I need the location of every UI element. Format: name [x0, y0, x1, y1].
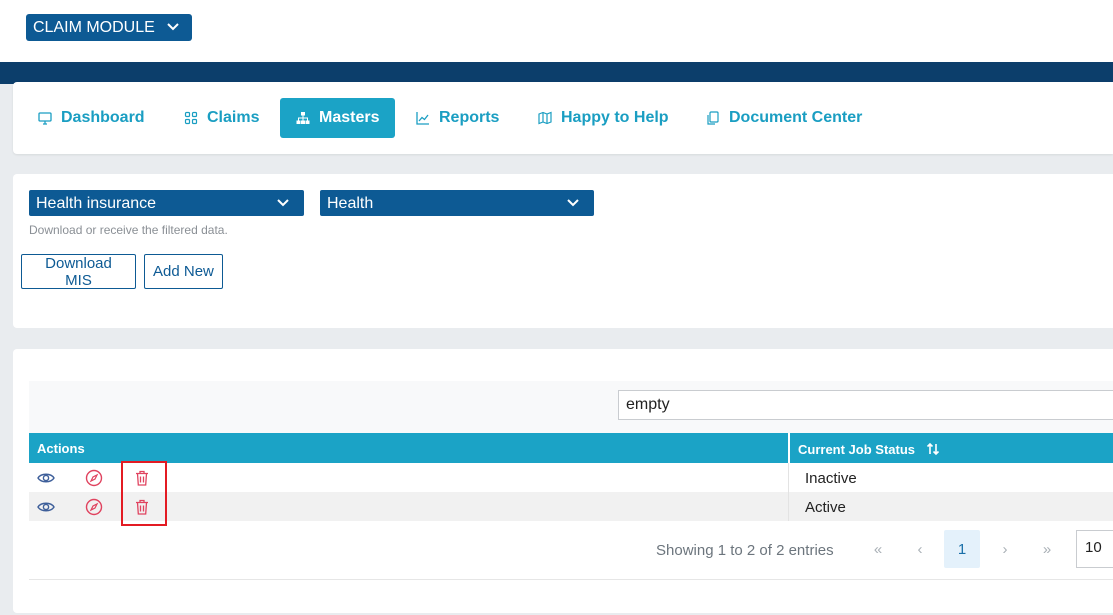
table-row: Active — [29, 492, 1113, 521]
table-row: Inactive — [29, 463, 1113, 492]
chevron-down-icon — [167, 23, 179, 31]
nav-item-document-center[interactable]: Document Center — [706, 98, 862, 138]
insurance-type-value: Health insurance — [36, 195, 157, 212]
nav-label-happy-to-help: Happy to Help — [561, 109, 669, 126]
add-new-button[interactable]: Add New — [144, 254, 223, 289]
nav-item-reports[interactable]: Reports — [416, 98, 499, 138]
documents-icon — [707, 111, 719, 125]
nav-item-claims[interactable]: Claims — [184, 98, 259, 138]
pagination-page-1[interactable]: 1 — [944, 530, 980, 568]
column-header-status[interactable]: Current Job Status — [798, 441, 941, 457]
filter-hint: Download or receive the filtered data. — [29, 223, 228, 237]
nav-item-dashboard[interactable]: Dashboard — [38, 98, 145, 138]
pagination-last[interactable]: » — [1029, 530, 1065, 568]
hierarchy-icon — [296, 112, 310, 124]
chart-line-icon — [416, 112, 429, 125]
top-bar: CLAIM MODULE — [0, 0, 1113, 62]
column-divider — [788, 433, 790, 463]
table-info: Showing 1 to 2 of 2 entries — [656, 542, 834, 559]
divider — [29, 579, 1113, 580]
product-select[interactable]: Health — [320, 190, 594, 216]
header-band — [0, 62, 1113, 84]
data-table-panel: Actions Current Job Status Inactive Acti… — [13, 349, 1113, 613]
nav-label-dashboard: Dashboard — [61, 109, 145, 126]
nav-label-reports: Reports — [439, 109, 500, 126]
monitor-icon — [38, 112, 52, 125]
eye-icon[interactable] — [37, 469, 55, 487]
cell-divider — [788, 463, 789, 492]
row-status: Active — [805, 499, 846, 516]
product-value: Health — [327, 195, 374, 212]
page-size-select[interactable]: 10 — [1076, 530, 1113, 568]
pagination-next[interactable]: › — [987, 530, 1023, 568]
nav-label-claims: Claims — [207, 109, 260, 126]
grid-icon — [184, 111, 198, 125]
compass-icon[interactable] — [85, 498, 103, 516]
filter-panel: Health insurance Health Download or rece… — [13, 174, 1113, 328]
nav-item-happy-to-help[interactable]: Happy to Help — [538, 98, 669, 138]
search-input[interactable] — [618, 390, 1113, 420]
nav-label-document-center: Document Center — [729, 109, 863, 126]
insurance-type-select[interactable]: Health insurance — [29, 190, 304, 216]
trash-icon[interactable] — [133, 469, 151, 487]
table-header: Actions Current Job Status — [29, 433, 1113, 463]
chevron-down-icon — [277, 199, 289, 207]
sort-icon — [926, 442, 940, 456]
pagination-prev[interactable]: ‹ — [902, 530, 938, 568]
map-icon — [538, 111, 552, 125]
chevron-down-icon — [567, 199, 579, 207]
nav-item-masters[interactable]: Masters — [280, 98, 396, 138]
column-header-actions: Actions — [37, 441, 85, 456]
row-status: Inactive — [805, 470, 857, 487]
eye-icon[interactable] — [37, 498, 55, 516]
download-mis-button[interactable]: Download MIS — [21, 254, 136, 289]
nav-label-masters: Masters — [319, 109, 380, 126]
main-nav: Dashboard Claims Masters Reports Happy t… — [13, 82, 1113, 154]
column-header-status-label: Current Job Status — [798, 441, 916, 457]
module-select[interactable]: CLAIM MODULE — [26, 14, 192, 41]
trash-icon[interactable] — [133, 498, 151, 516]
compass-icon[interactable] — [85, 469, 103, 487]
pagination-first[interactable]: « — [860, 530, 896, 568]
cell-divider — [788, 492, 789, 521]
module-select-value: CLAIM MODULE — [33, 19, 155, 36]
